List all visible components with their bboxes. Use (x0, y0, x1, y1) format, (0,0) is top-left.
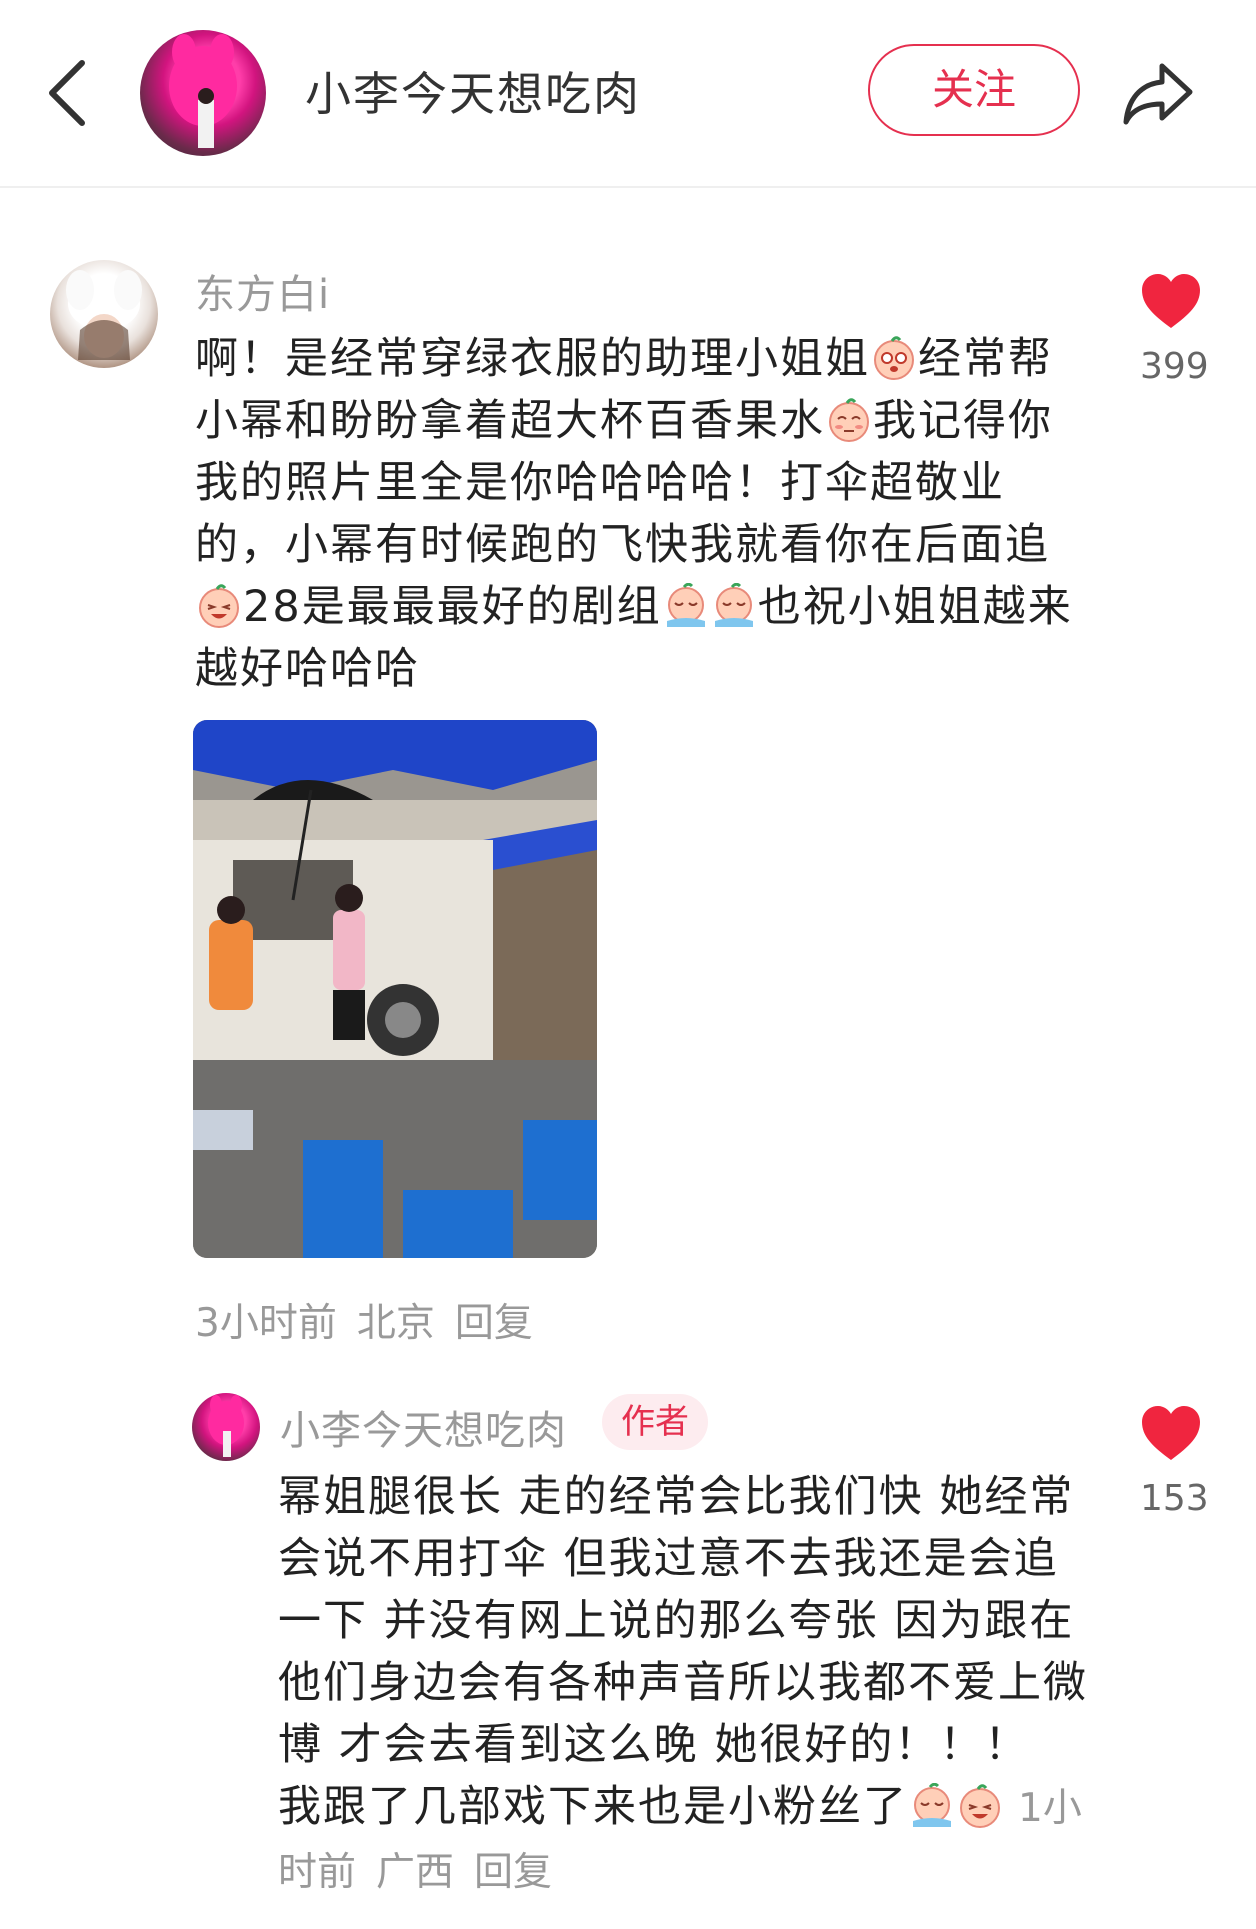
like-count: 399 (1140, 346, 1209, 387)
comment-text: 啊！是经常穿绿衣服的助理小姐姐 经常帮小幂和盼盼拿着超大杯百香果水 我记得你 我的照… (195, 328, 1075, 700)
avatar-image (66, 270, 142, 360)
chevron-left-icon (49, 60, 85, 126)
like-count: 153 (1140, 1478, 1209, 1519)
follow-button[interactable]: 关注 (868, 44, 1080, 136)
heart-icon (1142, 1406, 1200, 1460)
comment-time: 3小时前 (195, 1301, 337, 1346)
commenter-avatar[interactable] (50, 260, 158, 368)
comment-photo[interactable] (193, 720, 597, 1258)
laugh-cry-emoji-icon (957, 1783, 1003, 1829)
comment-text-part: 啊！是经常穿绿衣服的助理小姐姐 (195, 334, 870, 384)
reply-text-body: 幂姐腿很长 走的经常会比我们快 她经常会说不用打伞 但我过意不去我还是会追一下 … (278, 1472, 1088, 1832)
top-bar: 小李今天想吃肉 关注 (0, 0, 1256, 188)
crying-emoji-icon (711, 582, 757, 629)
photo-image (193, 720, 597, 1258)
reply-button[interactable]: 回复 (474, 1850, 552, 1895)
comment-location: 北京 (356, 1301, 435, 1346)
reply-user-name[interactable]: 小李今天想吃肉 (280, 1398, 567, 1456)
like-button[interactable] (1140, 1404, 1202, 1464)
avatar-image (169, 34, 237, 148)
laugh-cry-emoji-icon (196, 583, 242, 629)
comment-meta: 3小时前 北京 回复 (195, 1292, 553, 1348)
back-button[interactable] (40, 55, 100, 131)
author-avatar[interactable] (140, 30, 266, 156)
comment-text-part: 28是最最最好的剧组 (243, 582, 662, 632)
author-name[interactable]: 小李今天想吃肉 (305, 58, 641, 124)
share-button[interactable] (1120, 60, 1196, 126)
like-button[interactable] (1140, 272, 1202, 332)
reply-button[interactable]: 回复 (455, 1301, 533, 1346)
crying-emoji-icon (663, 582, 709, 629)
commenter-name[interactable]: 东方白i (195, 262, 330, 320)
share-icon (1123, 63, 1193, 125)
reply-text: 幂姐腿很长 走的经常会比我们快 她经常会说不用打伞 但我过意不去我还是会追一下 … (278, 1466, 1088, 1904)
shy-emoji-icon (826, 397, 872, 443)
reply-location: 广西 (376, 1850, 455, 1895)
crying-emoji-icon (909, 1782, 955, 1829)
reply-avatar[interactable] (192, 1393, 260, 1461)
author-badge: 作者 (602, 1394, 708, 1450)
avatar-image (208, 1395, 244, 1457)
heart-icon (1142, 274, 1200, 328)
shocked-emoji-icon (871, 335, 917, 381)
